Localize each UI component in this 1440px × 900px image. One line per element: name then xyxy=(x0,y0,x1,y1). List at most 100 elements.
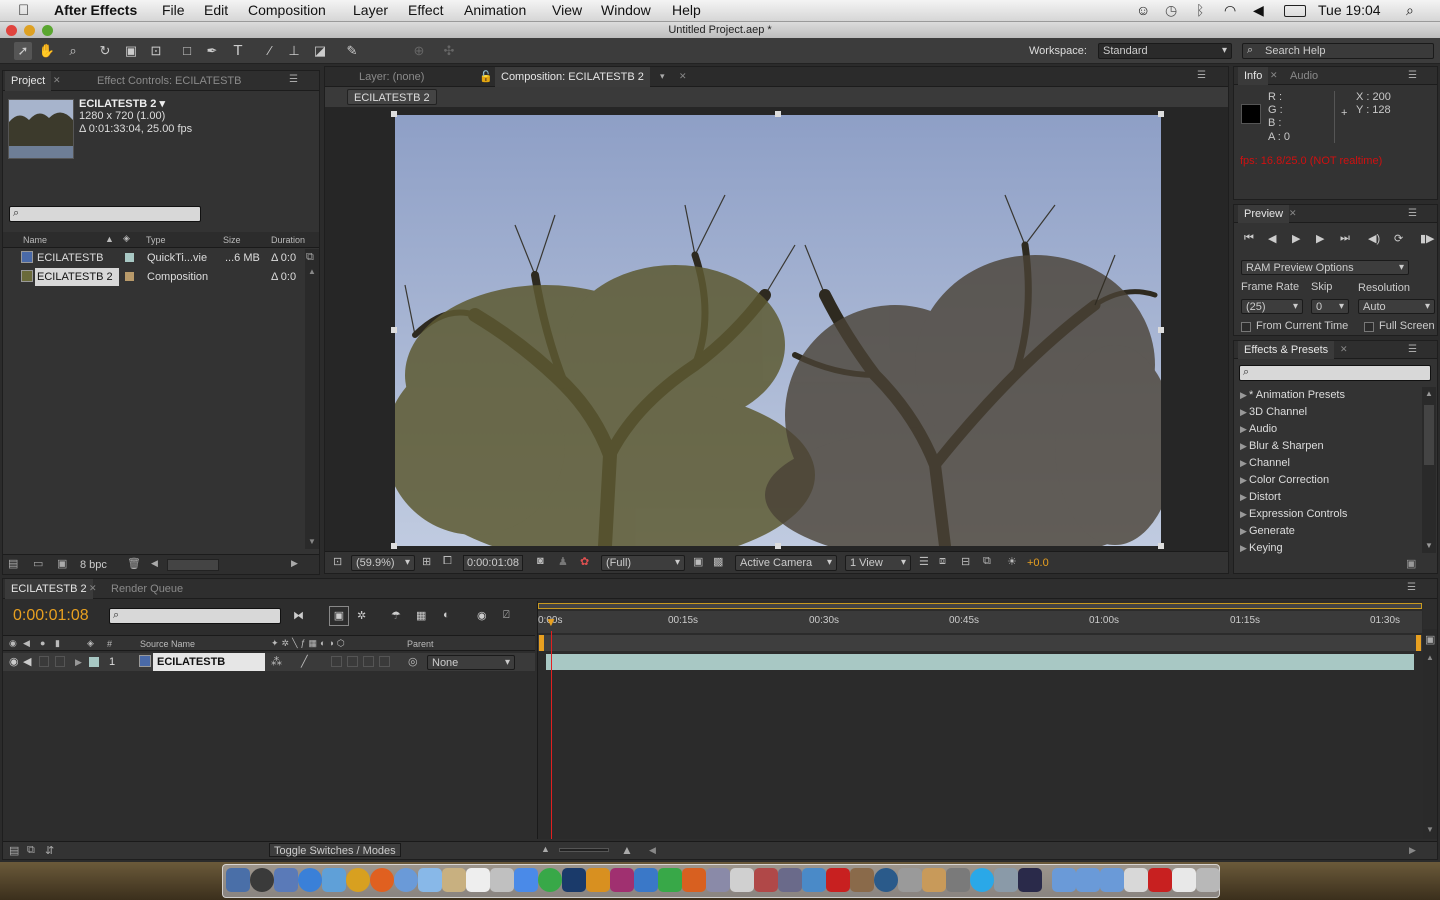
switch-toggle[interactable] xyxy=(363,656,374,667)
expand-triangle-icon[interactable]: ▶ xyxy=(1240,441,1247,452)
panel-menu-icon[interactable]: ☰ xyxy=(1197,71,1211,81)
app-icon[interactable] xyxy=(706,868,730,892)
out-point-marker[interactable] xyxy=(1416,635,1421,651)
ichat-icon[interactable] xyxy=(322,868,346,892)
camera-view-dropdown[interactable]: Active Camera xyxy=(735,555,837,571)
skype-icon[interactable] xyxy=(970,868,994,892)
toggle-pixel-aspect-icon[interactable]: ☰ xyxy=(919,555,929,568)
motion-blur-icon[interactable]: ◐ xyxy=(443,609,450,621)
close-tab-icon[interactable]: ✕ xyxy=(89,583,97,594)
menu-composition[interactable]: Composition xyxy=(248,2,326,18)
layer-eye-icon[interactable]: ◉ xyxy=(9,655,19,668)
list-item[interactable]: ▶ Generate xyxy=(1234,523,1420,540)
folder-icon[interactable] xyxy=(1076,868,1100,892)
tab-layer[interactable]: Layer: (none) xyxy=(353,67,430,87)
menu-app-name[interactable]: After Effects xyxy=(54,2,137,18)
tab-preview[interactable]: Preview xyxy=(1238,205,1290,223)
tab-composition[interactable]: Composition: ECILATESTB 2 xyxy=(495,67,650,87)
menu-help[interactable]: Help xyxy=(672,2,701,18)
apple-menu-icon[interactable]:  xyxy=(18,2,29,19)
calendar-icon[interactable] xyxy=(466,868,490,892)
spotify-icon[interactable] xyxy=(538,868,562,892)
trash-icon[interactable]: 🗑 xyxy=(127,557,141,570)
flowchart-icon[interactable]: ⧉ xyxy=(306,251,314,264)
user-status-icon[interactable]: ☺ xyxy=(1136,2,1150,18)
layer-label-swatch[interactable] xyxy=(89,657,99,667)
shy-switch-icon[interactable]: ⁂ xyxy=(271,655,282,668)
panel-menu-icon[interactable]: ☰ xyxy=(1408,209,1422,219)
new-preset-icon[interactable]: ▣ xyxy=(1406,557,1416,570)
magnification-dropdown[interactable]: (59.9%) xyxy=(351,555,415,571)
after-effects-icon[interactable] xyxy=(1018,868,1042,892)
switches-icons[interactable]: ✦✲╲ƒ▦◐◑⬡ xyxy=(271,638,348,649)
label-color-swatch[interactable] xyxy=(125,272,134,281)
horizontal-scroll-thumb[interactable] xyxy=(167,559,219,571)
expand-triangle-icon[interactable]: ▶ xyxy=(1240,509,1247,520)
scroll-thumb[interactable] xyxy=(1424,405,1434,465)
document-icon[interactable] xyxy=(1124,868,1148,892)
list-item[interactable]: ▶ Channel xyxy=(1234,455,1420,472)
list-item[interactable]: ▶ Distort xyxy=(1234,489,1420,506)
in-out-panes-icon[interactable]: ⇵ xyxy=(45,844,54,857)
column-duration[interactable]: Duration xyxy=(271,235,305,245)
label-column-icon[interactable]: ◈ xyxy=(87,638,94,649)
close-tab-icon[interactable]: ✕ xyxy=(1289,208,1297,219)
photoshop-icon[interactable] xyxy=(562,868,586,892)
pan-behind-tool-icon[interactable]: ⊡ xyxy=(147,42,165,60)
solo-icon[interactable]: ● xyxy=(40,638,45,648)
comp-navigator-track[interactable] xyxy=(538,635,1422,651)
panel-menu-icon[interactable]: ☰ xyxy=(1408,71,1422,81)
app-icon[interactable] xyxy=(898,868,922,892)
exposure-value[interactable]: +0.0 xyxy=(1027,557,1049,569)
pen-tool-icon[interactable]: ✒ xyxy=(203,42,221,60)
switch-toggle[interactable] xyxy=(379,656,390,667)
bounding-handle[interactable] xyxy=(1158,111,1164,117)
firefox-icon[interactable] xyxy=(370,868,394,892)
lock-column-icon[interactable]: ▮ xyxy=(55,638,60,649)
browser-icon[interactable] xyxy=(394,868,418,892)
in-point-marker[interactable] xyxy=(539,635,544,651)
comp-viewer-image[interactable] xyxy=(385,115,1175,565)
draft-3d-icon[interactable]: ✲ xyxy=(357,609,366,622)
menubar-clock[interactable]: Tue 19:04 xyxy=(1318,2,1381,18)
zoom-window-icon[interactable] xyxy=(42,25,53,36)
tab-render-queue[interactable]: Render Queue xyxy=(105,579,189,599)
notes-icon[interactable] xyxy=(442,868,466,892)
itunes-icon[interactable] xyxy=(514,868,538,892)
bluetooth-icon[interactable]: ᛒ xyxy=(1196,2,1204,18)
timeline-search-input[interactable]: ⌕ xyxy=(109,608,281,624)
text-tool-icon[interactable]: T xyxy=(229,42,247,60)
photos-icon[interactable] xyxy=(490,868,514,892)
menu-animation[interactable]: Animation xyxy=(464,2,526,18)
time-machine-icon[interactable]: ◷ xyxy=(1165,2,1177,19)
trash-icon[interactable] xyxy=(1196,868,1220,892)
resolution-dropdown[interactable]: Auto xyxy=(1358,299,1435,314)
app-icon[interactable] xyxy=(802,868,826,892)
wifi-icon[interactable]: ◠ xyxy=(1224,2,1236,19)
project-row[interactable]: ECILATESTB QuickTi...vie ...6 MB Δ 0:0 xyxy=(3,249,303,267)
close-window-icon[interactable] xyxy=(6,25,17,36)
panel-menu-icon[interactable]: ☰ xyxy=(1407,583,1421,593)
panel-menu-icon[interactable]: ☰ xyxy=(1408,345,1422,355)
tab-project[interactable]: Project xyxy=(5,71,52,91)
always-preview-icon[interactable]: ⊡ xyxy=(333,555,342,568)
frame-blending-icon[interactable]: ▦ xyxy=(416,609,426,622)
column-parent[interactable]: Parent xyxy=(407,639,434,649)
expand-triangle-icon[interactable]: ▶ xyxy=(1240,543,1247,554)
bounding-handle[interactable] xyxy=(775,543,781,549)
timeline-icon[interactable]: ⊟ xyxy=(961,555,970,568)
menu-window[interactable]: Window xyxy=(601,2,651,18)
from-current-time-checkbox[interactable] xyxy=(1241,322,1251,332)
layer-lock-toggle[interactable] xyxy=(55,656,65,667)
dashboard-icon[interactable] xyxy=(250,868,274,892)
workspace-dropdown[interactable]: Standard xyxy=(1098,43,1232,59)
folder-icon[interactable] xyxy=(1052,868,1076,892)
comp-mini-flowchart-icon[interactable]: ⧓ xyxy=(293,609,304,622)
first-frame-icon[interactable]: ⏮ xyxy=(1244,232,1254,245)
column-size[interactable]: Size xyxy=(223,235,241,245)
mute-audio-icon[interactable]: ◀) xyxy=(1368,232,1380,245)
current-time-display[interactable]: 0:00:01:08 xyxy=(463,555,523,571)
quality-switch-icon[interactable]: ╱ xyxy=(301,655,308,668)
messages-icon[interactable] xyxy=(418,868,442,892)
layer-row[interactable]: ◉ ◀ ▶ 1 ECILATESTB ⁂ ╱ ◎ None xyxy=(3,653,535,671)
